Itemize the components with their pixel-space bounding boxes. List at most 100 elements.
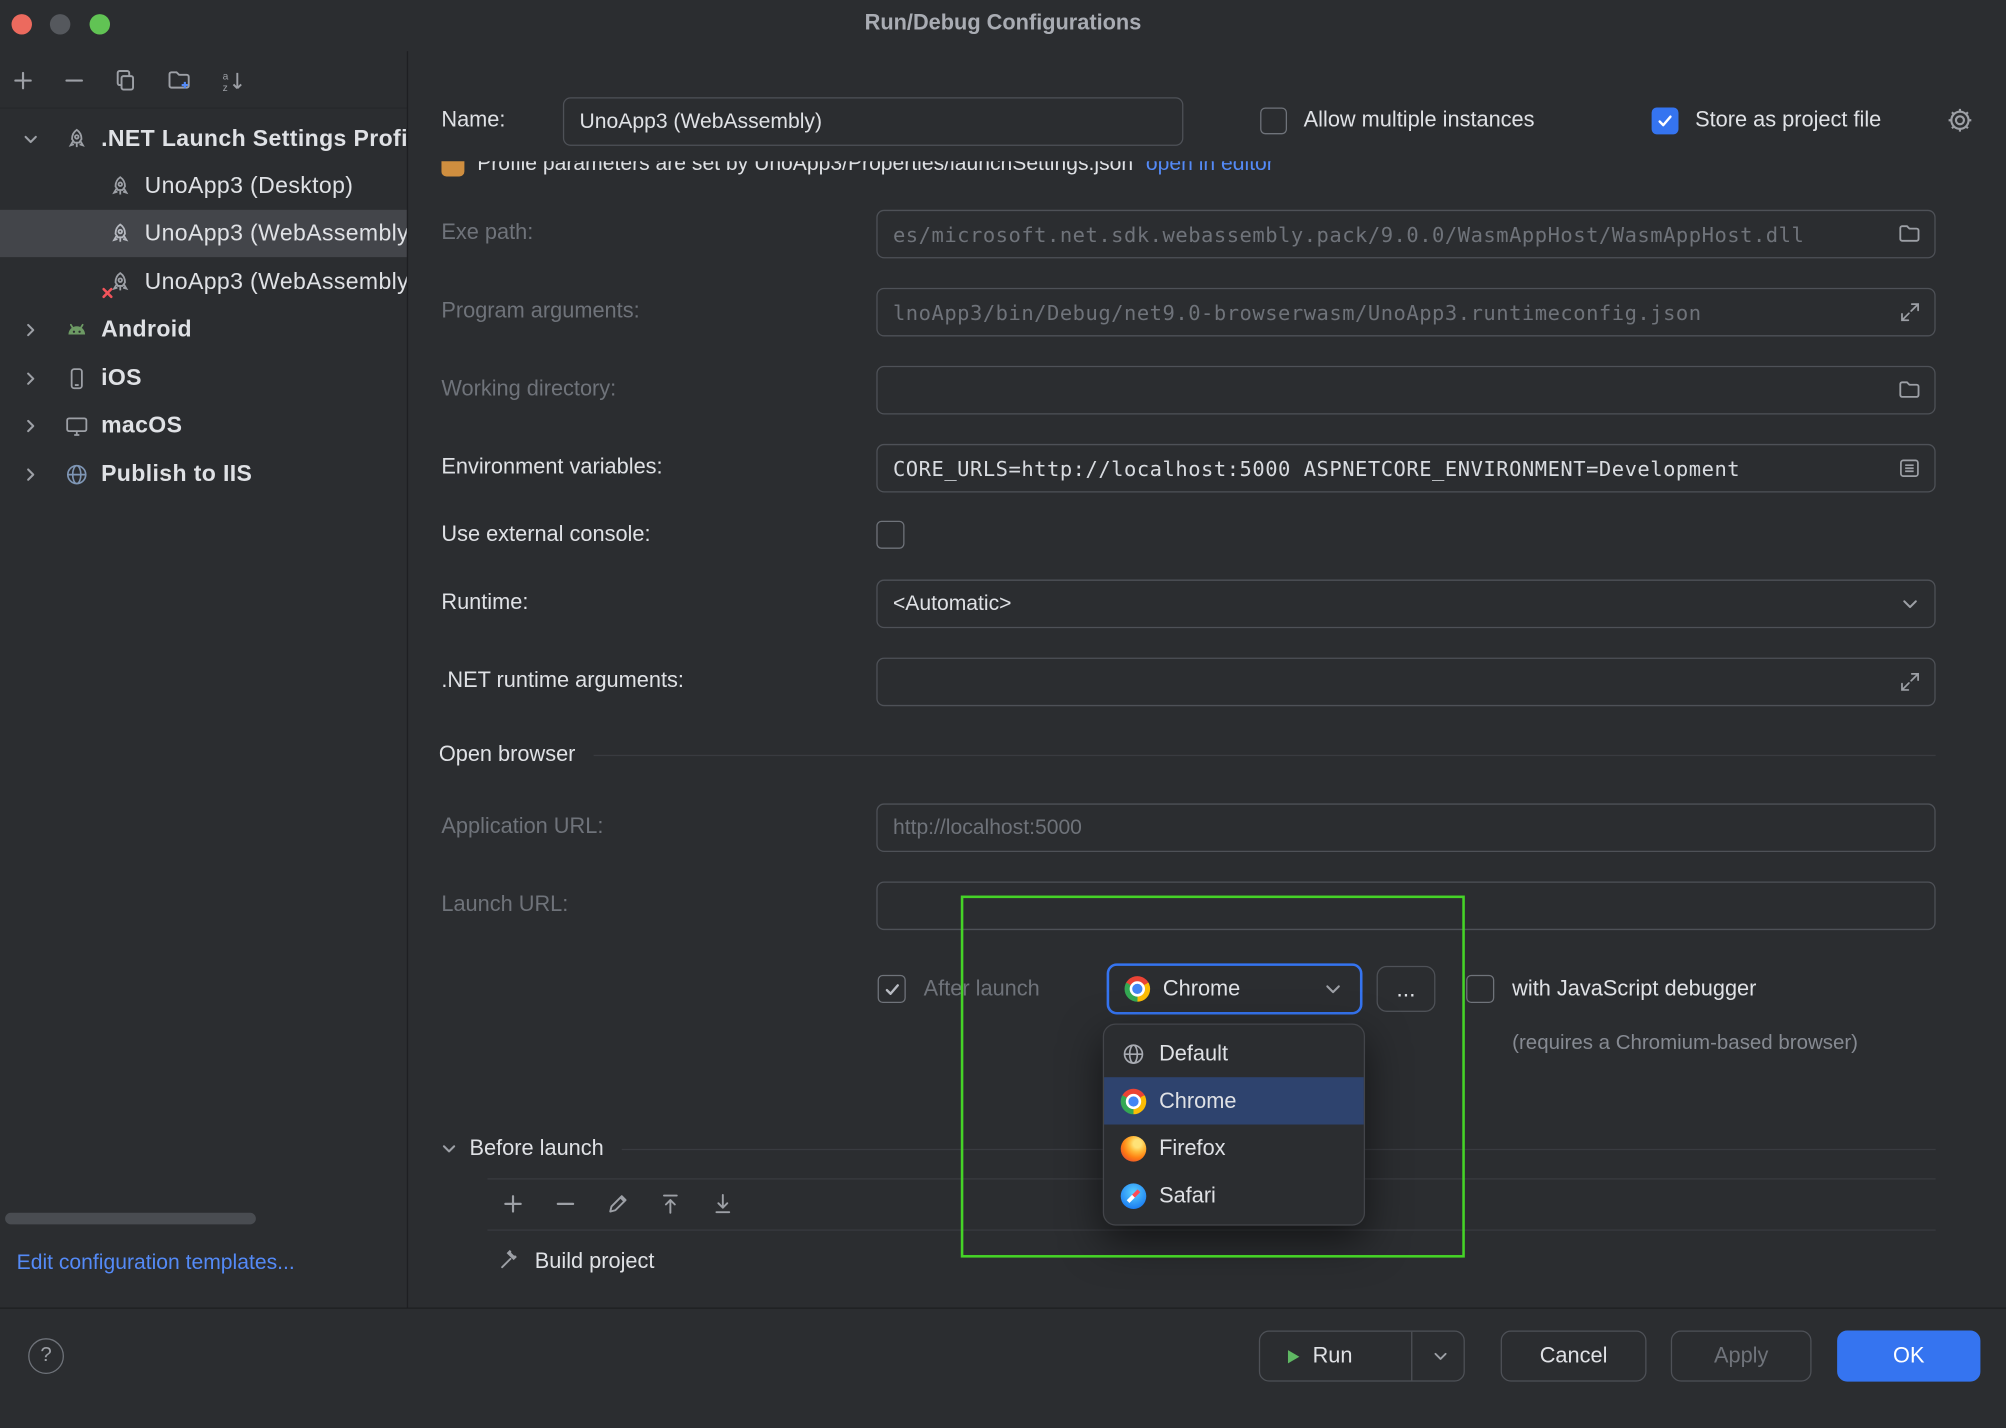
- titlebar: Run/Debug Configurations: [0, 0, 2006, 51]
- tree-item-label: .NET Launch Settings Profiles: [101, 125, 407, 152]
- sort-configurations-button[interactable]: az: [215, 63, 251, 99]
- before-launch-task-build-project[interactable]: Build project: [496, 1249, 654, 1275]
- help-button[interactable]: ?: [28, 1338, 64, 1374]
- browser-select-value: Chrome: [1163, 976, 1240, 1002]
- use-external-console-checkbox[interactable]: [876, 521, 904, 549]
- before-launch-edit-button[interactable]: [599, 1185, 637, 1223]
- sort-alpha-icon: az: [220, 68, 246, 94]
- browser-more-button[interactable]: ...: [1377, 966, 1436, 1012]
- move-up-icon: [658, 1191, 684, 1217]
- profile-parameters-banner: Profile parameters are set by UnoApp3/Pr…: [441, 161, 1772, 185]
- store-settings-gear-button[interactable]: [1945, 105, 1976, 142]
- svg-text:a: a: [223, 71, 229, 82]
- run-options-chevron[interactable]: [1430, 1346, 1450, 1366]
- popup-item-chrome[interactable]: Chrome: [1104, 1077, 1364, 1124]
- error-badge-icon: [101, 286, 114, 299]
- add-icon: [500, 1191, 526, 1217]
- popup-item-default[interactable]: Default: [1104, 1030, 1364, 1077]
- copy-configuration-button[interactable]: [107, 63, 143, 99]
- cancel-button[interactable]: Cancel: [1501, 1331, 1647, 1382]
- store-as-project-file-checkbox[interactable]: [1652, 107, 1679, 134]
- add-configuration-button[interactable]: [5, 63, 41, 99]
- browse-folder-button[interactable]: [1897, 222, 1921, 246]
- edit-variables-button[interactable]: [1897, 456, 1921, 480]
- browse-folder-button[interactable]: [1897, 378, 1921, 402]
- js-debugger-note: (requires a Chromium-based browser): [1512, 1032, 1858, 1055]
- name-input[interactable]: UnoApp3 (WebAssembly): [563, 97, 1183, 146]
- runtime-label: Runtime:: [441, 590, 528, 616]
- tree-item-publish-to-iis[interactable]: Publish to IIS: [0, 450, 407, 497]
- after-launch-label: After launch: [924, 976, 1040, 1002]
- edit-configuration-templates-link[interactable]: Edit configuration templates...: [17, 1251, 295, 1275]
- launch-url-input[interactable]: [876, 881, 1935, 930]
- tree-item-net-launch-settings[interactable]: .NET Launch Settings Profiles: [0, 115, 407, 162]
- runtime-select[interactable]: <Automatic>: [876, 580, 1935, 629]
- chevron-down-icon[interactable]: [20, 129, 40, 149]
- rocket-icon: [64, 126, 90, 152]
- check-icon: [1655, 111, 1674, 130]
- chevron-down-icon: [1899, 592, 1922, 615]
- hammer-icon: [496, 1249, 522, 1275]
- android-icon: [64, 317, 90, 343]
- before-launch-move-down-button[interactable]: [704, 1185, 742, 1223]
- expand-editor-button[interactable]: [1899, 670, 1922, 693]
- chevron-down-icon[interactable]: [439, 1139, 459, 1159]
- chevron-right-icon[interactable]: [20, 464, 40, 484]
- chevron-right-icon[interactable]: [20, 319, 40, 339]
- phone-icon: [64, 365, 90, 391]
- section-title: Before launch: [470, 1136, 604, 1162]
- ok-button[interactable]: OK: [1837, 1331, 1980, 1382]
- chevron-right-icon[interactable]: [20, 368, 40, 388]
- program-arguments-input[interactable]: lnoApp3/bin/Debug/net9.0-browserwasm/Uno…: [876, 288, 1935, 337]
- before-launch-move-up-button[interactable]: [651, 1185, 689, 1223]
- browser-select[interactable]: Chrome: [1107, 963, 1363, 1014]
- application-url-input[interactable]: http://localhost:5000: [876, 803, 1935, 852]
- after-launch-checkbox[interactable]: [878, 975, 906, 1003]
- exe-path-input[interactable]: es/microsoft.net.sdk.webassembly.pack/9.…: [876, 210, 1935, 259]
- tree-item-label: iOS: [101, 365, 142, 392]
- browser-dropdown-popup: Default Chrome Firefox Safari: [1103, 1023, 1365, 1225]
- remove-configuration-button[interactable]: [56, 63, 92, 99]
- tree-item-macos[interactable]: macOS: [0, 402, 407, 449]
- working-directory-label: Working directory:: [441, 376, 616, 402]
- edit-icon: [605, 1191, 631, 1217]
- expand-icon: [1899, 301, 1922, 324]
- folder-icon: [1897, 378, 1921, 402]
- horizontal-scrollbar[interactable]: [5, 1213, 256, 1225]
- tree-item-unoapp3-webassembly-error[interactable]: UnoApp3 (WebAssembly): [0, 258, 407, 305]
- chrome-icon: [1125, 976, 1151, 1002]
- dialog-title: Run/Debug Configurations: [0, 10, 2006, 36]
- before-launch-remove-button[interactable]: [546, 1185, 584, 1223]
- gear-icon: [1945, 105, 1976, 136]
- tree-item-android[interactable]: Android: [0, 306, 407, 353]
- net-runtime-arguments-input[interactable]: [876, 658, 1935, 707]
- before-launch-add-button[interactable]: [494, 1185, 532, 1223]
- expand-editor-button[interactable]: [1899, 301, 1922, 324]
- chevron-down-icon: [1322, 977, 1345, 1000]
- net-runtime-arguments-label: .NET runtime arguments:: [441, 668, 684, 694]
- copy-icon: [113, 68, 139, 94]
- open-in-editor-link[interactable]: open in editor: [1146, 161, 1274, 176]
- check-icon: [882, 979, 901, 998]
- new-folder-button[interactable]: [161, 63, 197, 99]
- working-directory-input[interactable]: [876, 366, 1935, 415]
- run-debug-configurations-dialog: Run/Debug Configurations az .NET Launch …: [0, 0, 2006, 1428]
- js-debugger-checkbox[interactable]: [1466, 975, 1494, 1003]
- rocket-icon: [107, 173, 133, 199]
- chrome-icon: [1121, 1088, 1147, 1114]
- chevron-right-icon[interactable]: [20, 415, 40, 435]
- popup-item-safari[interactable]: Safari: [1104, 1172, 1364, 1219]
- environment-variables-input[interactable]: CORE_URLS=http://localhost:5000 ASPNETCO…: [876, 444, 1935, 493]
- launch-settings-file-icon: [441, 161, 464, 176]
- divider: [593, 754, 1935, 755]
- apply-button[interactable]: Apply: [1671, 1331, 1812, 1382]
- name-label: Name:: [441, 107, 505, 133]
- tree-item-unoapp3-desktop[interactable]: UnoApp3 (Desktop): [0, 162, 407, 209]
- expand-icon: [1899, 670, 1922, 693]
- allow-multiple-instances-checkbox[interactable]: [1260, 107, 1287, 134]
- tree-item-unoapp3-webassembly-selected[interactable]: UnoApp3 (WebAssembly): [0, 210, 407, 257]
- run-button[interactable]: Run: [1259, 1331, 1465, 1382]
- tree-item-label: UnoApp3 (WebAssembly): [145, 269, 407, 296]
- popup-item-firefox[interactable]: Firefox: [1104, 1125, 1364, 1172]
- tree-item-ios[interactable]: iOS: [0, 354, 407, 401]
